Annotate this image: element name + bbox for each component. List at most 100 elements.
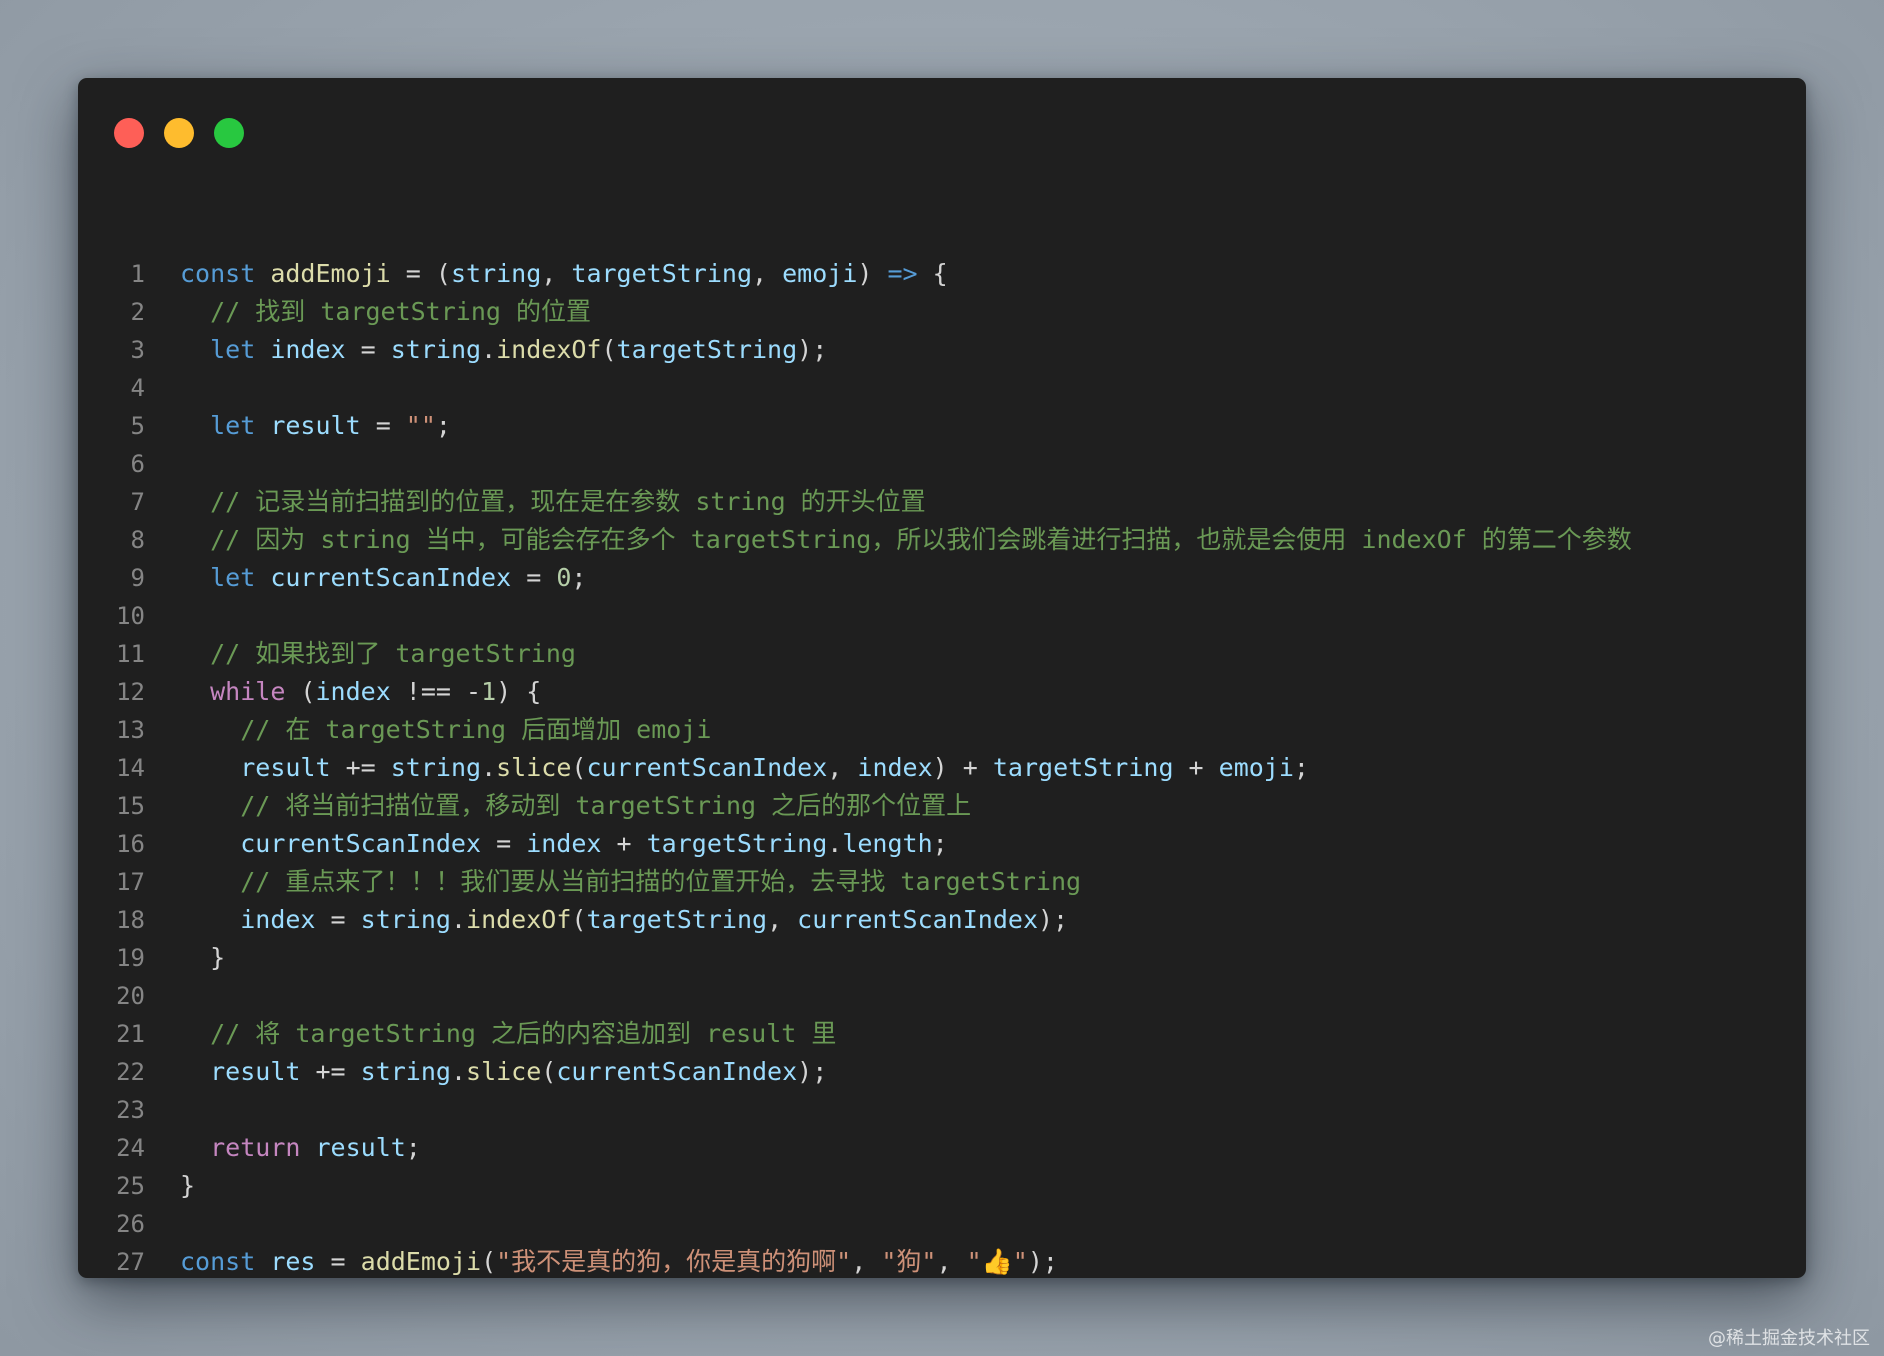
line-number: 14	[116, 754, 145, 782]
line-number: 10	[116, 602, 145, 630]
code-token: length	[842, 829, 933, 858]
code-token: currentScanIndex	[586, 753, 828, 782]
code-token: )	[857, 259, 888, 288]
code-line: 11 // 如果找到了 targetString	[78, 635, 1806, 673]
code-token: const	[180, 1247, 256, 1276]
code-token: =	[360, 411, 406, 440]
line-source: return result;	[180, 1129, 421, 1167]
thumbs-up-icon: 👍	[981, 1247, 1013, 1276]
code-token: =	[345, 335, 391, 364]
code-token: = (	[390, 259, 451, 288]
code-token: // 重点来了！！！我们要从当前扫描的位置开始，去寻找 targetString	[240, 867, 1082, 896]
code-token: }	[180, 1171, 196, 1200]
minimize-button[interactable]	[164, 118, 194, 148]
code-token: (	[481, 1247, 497, 1276]
code-token: const	[180, 259, 256, 288]
code-token: ) {	[496, 677, 542, 706]
code-line: 12 while (index !== -1) {	[78, 673, 1806, 711]
line-number: 3	[130, 336, 145, 364]
line-source: // 将当前扫描位置，移动到 targetString 之后的那个位置上	[180, 787, 971, 825]
code-token: targetString	[616, 335, 798, 364]
code-token: string	[360, 1057, 451, 1086]
close-button[interactable]	[114, 118, 144, 148]
line-source: let currentScanIndex = 0;	[180, 559, 586, 597]
line-number: 24	[116, 1134, 145, 1162]
code-token: indexOf	[466, 905, 572, 934]
code-line: 21 // 将 targetString 之后的内容追加到 result 里	[78, 1015, 1806, 1053]
code-token: (	[285, 677, 316, 706]
code-token: =	[511, 563, 557, 592]
code-token: !== -	[390, 677, 482, 706]
line-number: 5	[130, 412, 145, 440]
code-token: =>	[887, 259, 918, 288]
code-line: 17 // 重点来了！！！我们要从当前扫描的位置开始，去寻找 targetStr…	[78, 863, 1806, 901]
code-token: );	[1038, 905, 1069, 934]
code-line: 16 currentScanIndex = index + targetStri…	[78, 825, 1806, 863]
line-source: }	[180, 939, 225, 977]
code-window: 1 const addEmoji = (string, targetString,…	[78, 78, 1806, 1278]
line-number: 23	[116, 1096, 145, 1124]
code-line: 18 index = string.indexOf(targetString, …	[78, 901, 1806, 939]
line-number: 26	[116, 1210, 145, 1238]
code-token: 1	[481, 677, 497, 706]
code-token: result	[240, 753, 331, 782]
code-token: ,	[752, 259, 783, 288]
code-token: ""	[405, 411, 436, 440]
code-token: slice	[496, 753, 572, 782]
code-line: 20	[78, 977, 1806, 1015]
code-token: index	[526, 829, 602, 858]
code-token: return	[210, 1133, 301, 1162]
code-line: 14 result += string.slice(currentScanInd…	[78, 749, 1806, 787]
code-line: 25}	[78, 1167, 1806, 1205]
code-token: string	[390, 335, 482, 364]
line-number: 13	[116, 716, 145, 744]
code-token: targetString	[646, 829, 828, 858]
line-source: // 重点来了！！！我们要从当前扫描的位置开始，去寻找 targetString	[180, 863, 1081, 901]
code-token: ;	[435, 411, 451, 440]
line-source: result += string.slice(currentScanIndex)…	[180, 1053, 827, 1091]
line-source: // 将 targetString 之后的内容追加到 result 里	[180, 1015, 836, 1053]
code-line: 22 result += string.slice(currentScanInd…	[78, 1053, 1806, 1091]
code-token: +=	[300, 1057, 361, 1086]
code-token: ,	[767, 905, 798, 934]
code-line: 6	[78, 445, 1806, 483]
line-number: 25	[116, 1172, 145, 1200]
line-number: 18	[116, 906, 145, 934]
code-token: targetString	[571, 259, 753, 288]
line-source: // 记录当前扫描到的位置，现在是在参数 string 的开头位置	[180, 483, 926, 521]
code-line: 2 // 找到 targetString 的位置	[78, 293, 1806, 331]
code-line: 8 // 因为 string 当中，可能会存在多个 targetString，所…	[78, 521, 1806, 559]
code-line: 26	[78, 1205, 1806, 1243]
line-source: currentScanIndex = index + targetString.…	[180, 825, 947, 863]
line-number: 16	[116, 830, 145, 858]
code-token: =	[315, 905, 361, 934]
code-token: result	[270, 411, 361, 440]
code-line: 10	[78, 597, 1806, 635]
code-token: (	[601, 335, 617, 364]
code-token: .	[450, 1057, 467, 1086]
code-token: (	[541, 1057, 557, 1086]
line-number: 9	[130, 564, 145, 592]
code-token: // 记录当前扫描到的位置，现在是在参数 string 的开头位置	[210, 487, 926, 516]
line-source: // 因为 string 当中，可能会存在多个 targetString，所以我…	[180, 521, 1632, 559]
line-number: 27	[116, 1248, 145, 1276]
code-token: =	[481, 829, 527, 858]
maximize-button[interactable]	[214, 118, 244, 148]
code-token: index	[857, 753, 933, 782]
line-source: const addEmoji = (string, targetString, …	[180, 255, 948, 293]
line-source: result += string.slice(currentScanIndex,…	[180, 749, 1309, 787]
code-block: 1 const addEmoji = (string, targetString,…	[78, 255, 1806, 1278]
line-number: 22	[116, 1058, 145, 1086]
